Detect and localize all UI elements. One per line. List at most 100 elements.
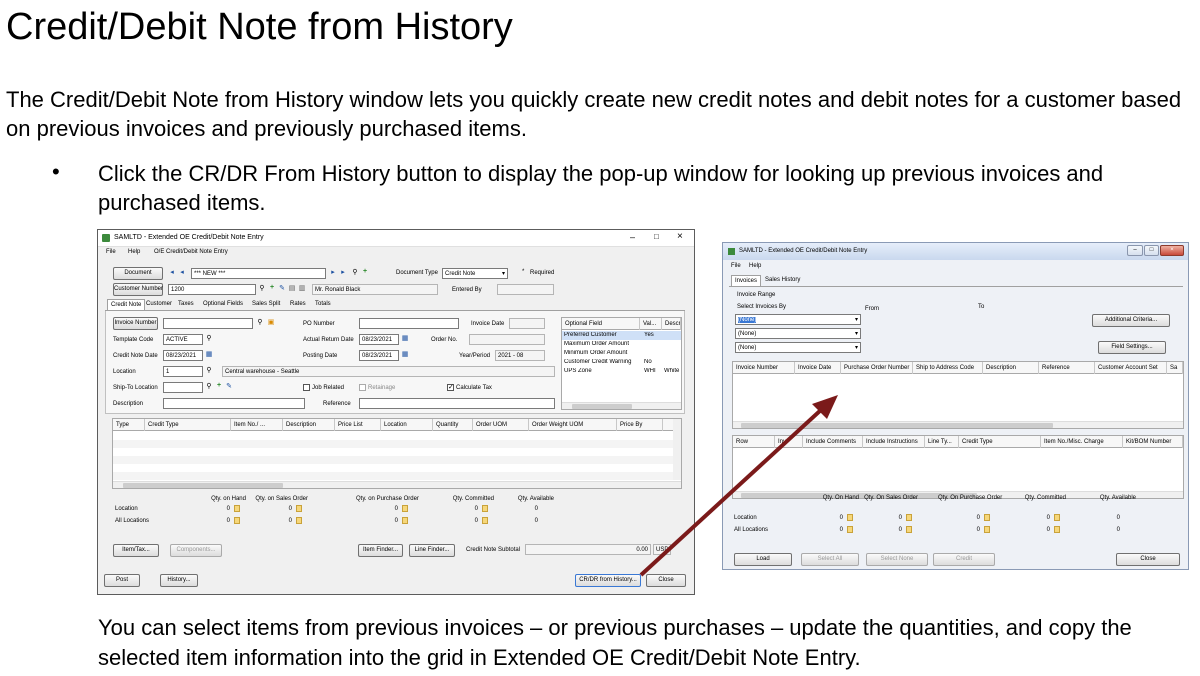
detail-col-header[interactable]: Credit Type [145,419,231,431]
job-related-checkbox[interactable] [303,384,310,391]
drilldown-icon[interactable] [402,517,408,524]
drilldown-icon[interactable] [234,517,240,524]
document-number-field[interactable]: *** NEW *** [191,268,326,279]
document-button[interactable]: Document [113,267,163,280]
drilldown-icon[interactable] [482,505,488,512]
close-icon[interactable]: × [677,231,683,242]
customer-note-icon[interactable]: ▤ [288,285,296,293]
opt-col-optional-field[interactable]: Optional Field [562,318,640,330]
ship-to-location-field[interactable] [163,382,203,393]
customer-edit-icon[interactable]: ✎ [278,285,286,293]
select-by-dropdown-2[interactable]: (None) ▾ [735,328,861,339]
optional-field-row[interactable]: UPS Zone WHI White [562,367,681,376]
shipto-edit-icon[interactable]: ✎ [225,383,233,391]
invoice-col-header[interactable]: Customer Account Set [1095,362,1167,374]
menu-help[interactable]: Help [749,263,761,269]
customer-add-icon[interactable]: + [268,284,276,292]
detail-col-header[interactable]: Line Ty... [925,436,959,448]
invoice-number-button[interactable]: Invoice Number [113,317,158,330]
maximize-icon[interactable]: □ [654,232,659,241]
calculate-tax-checkbox[interactable] [447,383,454,391]
detail-col-header[interactable]: Include Instructions [863,436,925,448]
detail-col-header[interactable]: Inv [775,436,803,448]
item-finder-button[interactable]: Item Finder... [358,544,403,557]
optional-field-row[interactable]: Maximum Order Amount [562,340,681,349]
invoice-col-header[interactable]: Purchase Order Number [841,362,913,374]
tab-sales-history[interactable]: Sales History [762,275,803,286]
detail-col-header[interactable]: Item No./Misc. Charge [1041,436,1123,448]
calendar-icon[interactable]: ▦ [205,351,213,359]
shipto-add-icon[interactable]: + [215,382,223,390]
next-icon[interactable]: ▸ [329,269,337,277]
customer-search-icon[interactable]: ⚲ [258,285,266,293]
actual-return-date-field[interactable]: 08/23/2021 [359,334,399,345]
invoice-number-field[interactable] [163,318,253,329]
po-number-field[interactable] [359,318,459,329]
load-button[interactable]: Load [734,553,792,566]
select-by-dropdown-3[interactable]: (None) ▾ [735,342,861,353]
field-settings-button[interactable]: Field Settings... [1098,341,1166,354]
drilldown-icon[interactable] [984,526,990,533]
posting-date-field[interactable]: 08/23/2021 [359,350,399,361]
invoice-col-header[interactable]: Reference [1039,362,1095,374]
last-icon[interactable]: ▸ [339,269,347,277]
drilldown-icon[interactable] [847,514,853,521]
drilldown-icon[interactable] [402,505,408,512]
detail-col-header[interactable]: Kit/BOM Number [1123,436,1183,448]
document-type-select[interactable]: Credit Note ▾ [442,268,508,279]
maximize-icon[interactable]: □ [1144,245,1159,256]
invoice-search-icon[interactable]: ⚲ [256,319,264,327]
detail-col-header[interactable]: Credit Type [959,436,1041,448]
invoice-col-header[interactable]: Invoice Date [795,362,841,374]
minimize-icon[interactable]: – [1127,245,1143,256]
detail-col-header[interactable]: Type [113,419,145,431]
optional-fields-scrollbar[interactable] [562,402,681,409]
tab-rates[interactable]: Rates [287,299,309,310]
opt-col-value[interactable]: Val... [640,318,662,330]
tab-invoices[interactable]: Invoices [731,275,762,286]
detail-col-header[interactable]: Quantity [433,419,473,431]
optional-field-row[interactable]: Minimum Order Amount [562,349,681,358]
menu-help[interactable]: Help [128,249,140,255]
detail-col-header[interactable]: Order Weight UOM [529,419,617,431]
reference-field[interactable] [359,398,555,409]
first-icon[interactable]: ◂ [168,269,176,277]
detail-col-header[interactable]: Description [283,419,335,431]
minimize-icon[interactable]: – [630,232,635,242]
invoice-grid-hscroll[interactable] [733,421,1183,428]
tab-taxes[interactable]: Taxes [175,299,197,310]
menu-file[interactable]: File [106,249,116,255]
prev-icon[interactable]: ◂ [178,269,186,277]
detail-col-header[interactable]: Item No./ ... [231,419,283,431]
drilldown-icon[interactable] [296,505,302,512]
item-tax-button[interactable]: Item/Tax... [113,544,159,557]
invoice-open-icon[interactable]: ▣ [267,319,275,327]
detail-col-header[interactable]: Price By [617,419,663,431]
customer-number-field[interactable]: 1200 [168,284,256,295]
description-field[interactable] [163,398,305,409]
optional-field-row[interactable]: Preferred Customer Yes [562,331,681,340]
close-icon[interactable]: × [1160,245,1184,256]
shipto-search-icon[interactable]: ⚲ [205,383,213,391]
history-button[interactable]: History... [160,574,198,587]
add-icon[interactable]: + [361,268,369,276]
drilldown-icon[interactable] [234,505,240,512]
invoice-col-header[interactable]: Invoice Number [733,362,795,374]
post-button[interactable]: Post [104,574,140,587]
detail-col-header[interactable]: Order UOM [473,419,529,431]
menu-oe-entry[interactable]: O/E Credit/Debit Note Entry [154,249,228,255]
menu-file[interactable]: File [731,263,741,269]
detail-col-header[interactable]: Row [733,436,775,448]
drilldown-icon[interactable] [847,526,853,533]
customer-doc-icon[interactable]: ▥ [298,285,306,293]
drilldown-icon[interactable] [482,517,488,524]
drilldown-icon[interactable] [906,526,912,533]
tab-totals[interactable]: Totals [312,299,334,310]
invoice-col-header[interactable]: Sa [1167,362,1183,374]
detail-vscroll[interactable] [673,419,681,480]
template-search-icon[interactable]: ⚲ [205,335,213,343]
tab-optional-fields[interactable]: Optional Fields [200,299,246,310]
close-button[interactable]: Close [646,574,686,587]
tab-customer[interactable]: Customer [143,299,175,310]
drilldown-icon[interactable] [984,514,990,521]
